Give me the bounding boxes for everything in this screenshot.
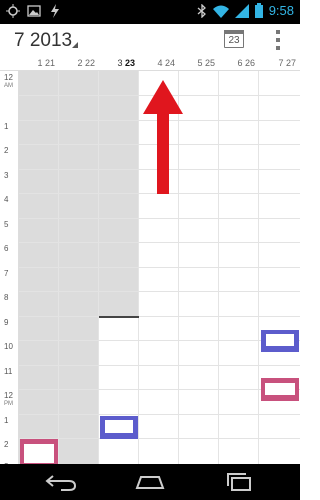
recent-apps-icon[interactable] xyxy=(222,472,258,492)
battery-icon xyxy=(254,3,263,18)
time-column: 12AM 1 2 3 4 5 6 7 8 9 10 11 12PM 1 2 3 xyxy=(0,71,19,464)
overflow-dot-icon xyxy=(276,30,280,34)
current-time-indicator xyxy=(99,316,139,318)
location-icon xyxy=(6,4,20,18)
hour-label: 11 xyxy=(4,367,13,376)
calendar-event[interactable] xyxy=(261,330,299,352)
month-title-dropdown[interactable]: 7 2013 xyxy=(14,30,72,52)
wifi-icon xyxy=(212,5,229,18)
navigation-bar xyxy=(0,464,300,500)
day-header-22[interactable]: 2 22 xyxy=(59,58,99,70)
today-button[interactable]: 23 xyxy=(224,28,244,50)
calendar-event[interactable] xyxy=(261,378,299,401)
hour-label: 12 PM xyxy=(4,391,13,407)
home-icon[interactable] xyxy=(132,472,168,492)
hour-label: 10 xyxy=(4,342,13,351)
action-bar: 7 2013 23 xyxy=(0,24,300,58)
flash-icon xyxy=(51,4,59,18)
day-header-21[interactable]: 1 21 xyxy=(19,58,59,70)
image-icon xyxy=(27,5,41,17)
hour-label: 3 xyxy=(4,171,9,180)
calendar-event[interactable] xyxy=(100,416,138,439)
status-clock: 9:58 xyxy=(268,3,294,18)
hour-label: 1 xyxy=(4,122,9,131)
hour-label: 2 xyxy=(4,440,9,449)
day-header-23[interactable]: 3 23 xyxy=(99,58,139,70)
hour-label: 5 xyxy=(4,220,9,229)
signal-icon xyxy=(234,3,249,18)
calendar-week-screen: 9:58 7 2013 23 1 21 2 22 3 23 4 24 5 25 … xyxy=(0,0,300,500)
overflow-menu-button[interactable] xyxy=(275,30,281,50)
hour-label: 8 xyxy=(4,293,9,302)
day-header-27[interactable]: 7 27 xyxy=(259,58,300,70)
red-up-arrow-icon xyxy=(143,80,183,194)
hour-label: 7 xyxy=(4,269,9,278)
hour-label: 1 xyxy=(4,416,9,425)
day-header-25[interactable]: 5 25 xyxy=(179,58,219,70)
back-icon[interactable] xyxy=(43,472,79,492)
hour-label: 12 AM xyxy=(4,73,13,89)
hour-label: 2 xyxy=(4,146,9,155)
calendar-event[interactable] xyxy=(20,439,58,464)
day-header-26[interactable]: 6 26 xyxy=(219,58,259,70)
dropdown-caret-icon xyxy=(72,42,78,48)
day-header-row: 1 21 2 22 3 23 4 24 5 25 6 26 7 27 xyxy=(0,58,300,71)
today-number: 23 xyxy=(228,35,240,46)
hour-label: 4 xyxy=(4,195,9,204)
status-bar: 9:58 xyxy=(0,0,300,24)
bluetooth-icon xyxy=(197,3,206,18)
hour-label: 6 xyxy=(4,244,9,253)
hour-label: 9 xyxy=(4,318,9,327)
day-header-24[interactable]: 4 24 xyxy=(139,58,179,70)
